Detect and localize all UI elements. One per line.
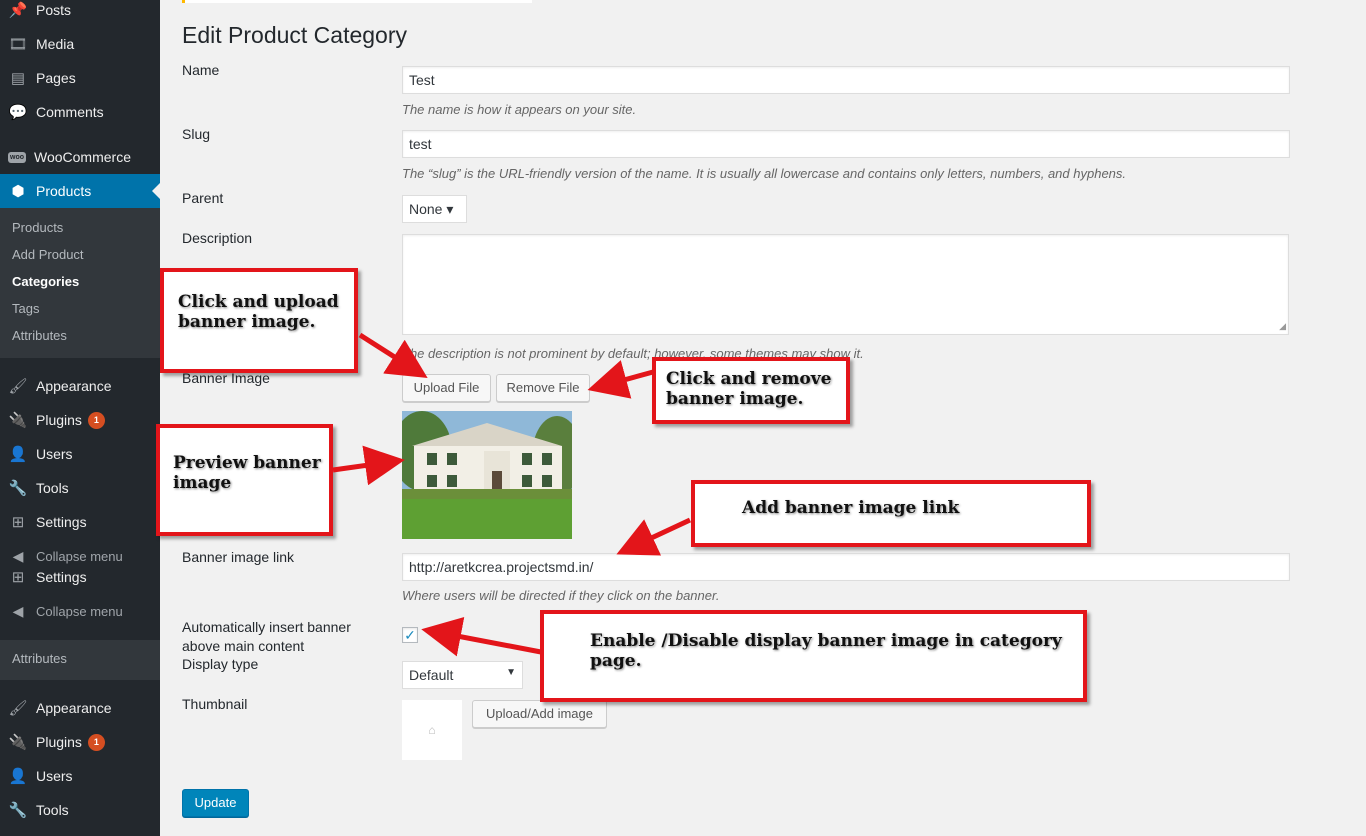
wrench-icon: 🔧	[8, 480, 28, 497]
user-icon: 👤	[8, 446, 28, 463]
media-icon: 🎞	[8, 36, 28, 53]
update-button[interactable]: Update	[182, 789, 249, 817]
menu-products[interactable]: ⬢ Products	[0, 174, 160, 208]
pages-icon: ▤	[10, 70, 26, 87]
settings-icon: ⊞	[11, 514, 25, 531]
menu-plugins[interactable]: 🔌 Plugins 1	[0, 403, 160, 437]
collapse-menu-duplicate[interactable]: ◀ Collapse menu	[0, 594, 160, 628]
update-count-badge: 1	[87, 733, 105, 751]
slug-field[interactable]: test	[402, 130, 1290, 158]
menu-appearance[interactable]: 🖌 Appearance	[0, 369, 160, 403]
parent-select[interactable]: None ▾	[402, 195, 467, 223]
plug-icon: 🔌	[8, 412, 28, 429]
plug-icon: 🔌	[8, 734, 28, 751]
name-field[interactable]: Test	[402, 66, 1290, 94]
banner-preview-image	[402, 411, 572, 539]
submenu-add-product[interactable]: Add Product	[12, 247, 84, 262]
callout-link: Add banner image link	[691, 480, 1091, 547]
slug-label: Slug	[182, 126, 211, 142]
name-description: The name is how it appears on your site.	[402, 102, 637, 117]
user-icon: 👤	[8, 768, 28, 785]
products-submenu: Products Add Product Categories Tags Att…	[0, 208, 160, 358]
menu-tools-duplicate[interactable]: 🔧 Tools	[0, 793, 160, 827]
update-count-badge: 1	[87, 411, 105, 429]
callout-upload: Click and upload banner image.	[160, 268, 358, 373]
banner-link-field[interactable]: http://aretkcrea.projectsmd.in/	[402, 553, 1290, 581]
description-label: Description	[182, 230, 253, 246]
resize-handle-icon[interactable]: ◢	[1279, 321, 1286, 332]
slug-description: The “slug” is the URL-friendly version o…	[402, 166, 1127, 181]
submenu-categories[interactable]: Categories	[12, 274, 79, 289]
upload-add-image-button[interactable]: Upload/Add image	[472, 700, 607, 728]
page-title: Edit Product Category	[182, 22, 408, 48]
auto-insert-label: Automatically insert banner above main co…	[182, 619, 351, 654]
parent-label: Parent	[182, 190, 224, 206]
box-icon: ⬢	[11, 183, 25, 200]
callout-remove: Click and remove banner image.	[652, 357, 850, 424]
wrench-icon: 🔧	[8, 802, 28, 819]
collapse-icon: ◀	[12, 602, 24, 619]
name-label: Name	[182, 62, 220, 78]
auto-insert-checkbox[interactable]: ✓	[402, 627, 418, 643]
remove-file-button[interactable]: Remove File	[496, 374, 590, 402]
menu-pages[interactable]: ▤ Pages	[0, 61, 160, 95]
display-type-label: Display type	[182, 656, 259, 672]
pin-icon: 📌	[8, 2, 28, 19]
thumbnail-placeholder-icon: ⌂	[402, 700, 462, 760]
banner-link-label: Banner image link	[182, 549, 295, 565]
submenu-attributes-duplicate[interactable]: Attributes	[12, 651, 67, 666]
notice-edge	[182, 0, 532, 3]
menu-woocommerce[interactable]: woo WooCommerce	[0, 140, 160, 174]
menu-appearance-duplicate[interactable]: 🖌 Appearance	[0, 691, 160, 725]
upload-file-button[interactable]: Upload File	[402, 374, 491, 402]
submenu-tags[interactable]: Tags	[12, 301, 39, 316]
dropdown-arrow-icon: ▼	[506, 667, 516, 678]
settings-icon: ⊞	[11, 569, 25, 586]
admin-sidebar: 📌 Posts 🎞 Media ▤ Pages 💬 Comments woo WooCom…	[0, 0, 160, 836]
menu-comments[interactable]: 💬 Comments	[0, 95, 160, 129]
submenu-attributes[interactable]: Attributes	[12, 328, 67, 343]
menu-users[interactable]: 👤 Users	[0, 437, 160, 471]
comment-icon: 💬	[8, 104, 28, 121]
brush-icon: 🖌	[8, 700, 28, 717]
description-textarea[interactable]: ◢	[402, 234, 1289, 335]
attributes-band: Attributes	[0, 640, 160, 680]
brush-icon: 🖌	[8, 378, 28, 395]
menu-tools[interactable]: 🔧 Tools	[0, 471, 160, 505]
menu-settings[interactable]: ⊞ Settings	[0, 505, 160, 539]
callout-preview: Preview banner image	[156, 424, 333, 536]
menu-users-duplicate[interactable]: 👤 Users	[0, 759, 160, 793]
thumbnail-label: Thumbnail	[182, 696, 248, 712]
display-type-select[interactable]: Default ▼	[402, 661, 523, 689]
menu-plugins-duplicate[interactable]: 🔌 Plugins 1	[0, 725, 160, 759]
menu-media[interactable]: 🎞 Media	[0, 27, 160, 61]
menu-posts[interactable]: 📌 Posts	[0, 0, 160, 27]
woo-icon: woo	[8, 151, 26, 163]
submenu-products[interactable]: Products	[12, 220, 63, 235]
callout-enable: Enable /Disable display banner image in …	[540, 610, 1087, 702]
menu-settings-duplicate[interactable]: ⊞ Settings	[0, 560, 160, 594]
banner-link-description: Where users will be directed if they cli…	[402, 588, 720, 603]
